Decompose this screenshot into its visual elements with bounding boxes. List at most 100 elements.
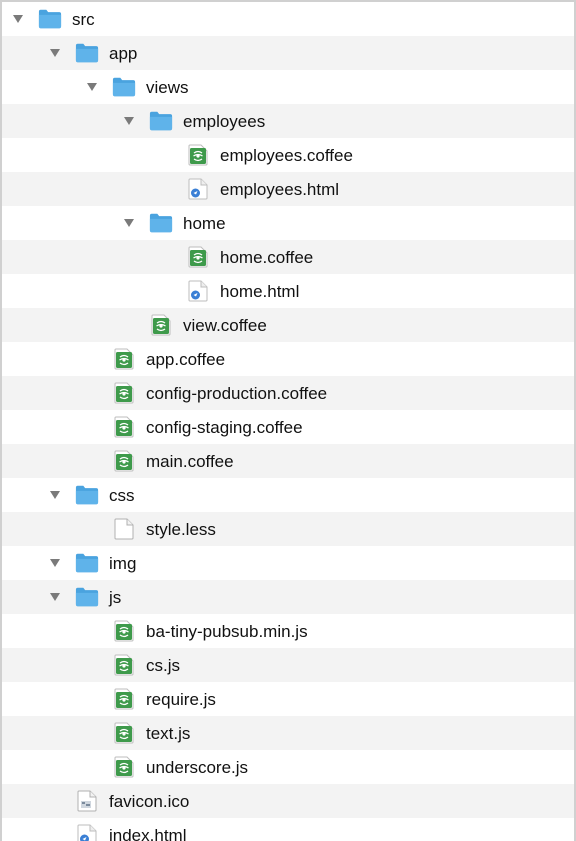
folder-name: views bbox=[146, 77, 189, 97]
tree-folder-row[interactable]: img bbox=[2, 546, 574, 580]
folder-icon bbox=[75, 42, 99, 64]
ico-file-icon bbox=[75, 790, 99, 812]
folder-name: js bbox=[109, 587, 122, 607]
file-name: view.coffee bbox=[183, 315, 267, 335]
tree-file-row[interactable]: style.less bbox=[2, 512, 574, 546]
tree-row-content: ba-tiny-pubsub.min.js bbox=[2, 620, 308, 642]
file-name: config-staging.coffee bbox=[146, 417, 303, 437]
coffee-file-icon bbox=[112, 450, 136, 472]
blank-file-icon bbox=[112, 518, 136, 540]
file-name: employees.html bbox=[220, 179, 340, 199]
file-name: ba-tiny-pubsub.min.js bbox=[146, 621, 308, 641]
tree-file-row[interactable]: cs.js bbox=[2, 648, 574, 682]
tree-file-row[interactable]: app.coffee bbox=[2, 342, 574, 376]
file-name: text.js bbox=[146, 723, 191, 743]
tree-file-row[interactable]: text.js bbox=[2, 716, 574, 750]
tree-file-row[interactable]: config-staging.coffee bbox=[2, 410, 574, 444]
disclosure-triangle-icon[interactable] bbox=[86, 81, 98, 93]
tree-folder-row[interactable]: views bbox=[2, 70, 574, 104]
file-name: underscore.js bbox=[146, 757, 249, 777]
disclosure-triangle-icon[interactable] bbox=[12, 13, 24, 25]
disclosure-triangle-icon[interactable] bbox=[123, 115, 135, 127]
tree-row-content: app bbox=[2, 42, 137, 64]
file-name: app.coffee bbox=[146, 349, 226, 369]
disclosure-triangle-icon[interactable] bbox=[49, 557, 61, 569]
tree-row-content: js bbox=[2, 586, 121, 608]
coffee-file-icon bbox=[112, 620, 136, 642]
tree-folder-row[interactable]: src bbox=[2, 2, 574, 36]
tree-row-content: src bbox=[2, 8, 95, 30]
html-file-icon bbox=[186, 178, 210, 200]
tree-row-content: home bbox=[2, 212, 226, 234]
disclosure-triangle-icon[interactable] bbox=[49, 489, 61, 501]
tree-row-content: style.less bbox=[2, 518, 216, 540]
tree-file-row[interactable]: home.html bbox=[2, 274, 574, 308]
tree-file-row[interactable]: favicon.ico bbox=[2, 784, 574, 818]
folder-name: src bbox=[72, 9, 95, 29]
tree-folder-row[interactable]: home bbox=[2, 206, 574, 240]
coffee-file-icon bbox=[112, 382, 136, 404]
tree-row-content: img bbox=[2, 552, 136, 574]
file-name: index.html bbox=[109, 825, 187, 841]
folder-icon bbox=[75, 484, 99, 506]
coffee-file-icon bbox=[149, 314, 173, 336]
html-file-icon bbox=[75, 824, 99, 841]
tree-row-content: app.coffee bbox=[2, 348, 225, 370]
tree-file-row[interactable]: employees.html bbox=[2, 172, 574, 206]
tree-row-content: main.coffee bbox=[2, 450, 234, 472]
file-name: main.coffee bbox=[146, 451, 234, 471]
folder-icon bbox=[149, 212, 173, 234]
tree-folder-row[interactable]: js bbox=[2, 580, 574, 614]
file-name: config-production.coffee bbox=[146, 383, 328, 403]
disclosure-triangle-icon[interactable] bbox=[49, 47, 61, 59]
tree-row-content: home.coffee bbox=[2, 246, 313, 268]
folder-name: employees bbox=[183, 111, 266, 131]
tree-file-row[interactable]: config-production.coffee bbox=[2, 376, 574, 410]
tree-row-content: underscore.js bbox=[2, 756, 248, 778]
folder-name: img bbox=[109, 553, 137, 573]
coffee-file-icon bbox=[112, 416, 136, 438]
file-name: home.html bbox=[220, 281, 300, 301]
file-name: style.less bbox=[146, 519, 216, 539]
tree-file-row[interactable]: index.html bbox=[2, 818, 574, 841]
folder-icon bbox=[112, 76, 136, 98]
folder-icon bbox=[149, 110, 173, 132]
folder-name: css bbox=[109, 485, 135, 505]
tree-file-row[interactable]: home.coffee bbox=[2, 240, 574, 274]
tree-file-row[interactable]: employees.coffee bbox=[2, 138, 574, 172]
coffee-file-icon bbox=[112, 756, 136, 778]
tree-file-row[interactable]: main.coffee bbox=[2, 444, 574, 478]
tree-file-row[interactable]: require.js bbox=[2, 682, 574, 716]
tree-file-row[interactable]: ba-tiny-pubsub.min.js bbox=[2, 614, 574, 648]
tree-row-content: home.html bbox=[2, 280, 299, 302]
folder-name: home bbox=[183, 213, 226, 233]
html-file-icon bbox=[186, 280, 210, 302]
coffee-file-icon bbox=[112, 654, 136, 676]
file-name: require.js bbox=[146, 689, 216, 709]
file-tree: src app views employees employees.coffee empl… bbox=[0, 0, 576, 841]
tree-row-content: employees.coffee bbox=[2, 144, 353, 166]
coffee-file-icon bbox=[112, 722, 136, 744]
folder-name: app bbox=[109, 43, 138, 63]
tree-row-content: require.js bbox=[2, 688, 216, 710]
tree-row-content: views bbox=[2, 76, 189, 98]
folder-icon bbox=[75, 552, 99, 574]
coffee-file-icon bbox=[112, 688, 136, 710]
tree-row-content: index.html bbox=[2, 824, 186, 841]
tree-row-content: css bbox=[2, 484, 135, 506]
tree-row-content: employees.html bbox=[2, 178, 339, 200]
tree-row-content: employees bbox=[2, 110, 265, 132]
tree-file-row[interactable]: underscore.js bbox=[2, 750, 574, 784]
file-name: favicon.ico bbox=[109, 791, 190, 811]
tree-folder-row[interactable]: app bbox=[2, 36, 574, 70]
tree-folder-row[interactable]: css bbox=[2, 478, 574, 512]
folder-icon bbox=[38, 8, 62, 30]
tree-file-row[interactable]: view.coffee bbox=[2, 308, 574, 342]
tree-row-content: favicon.ico bbox=[2, 790, 189, 812]
tree-row-content: cs.js bbox=[2, 654, 180, 676]
tree-folder-row[interactable]: employees bbox=[2, 104, 574, 138]
tree-row-content: config-production.coffee bbox=[2, 382, 327, 404]
tree-row-content: text.js bbox=[2, 722, 190, 744]
disclosure-triangle-icon[interactable] bbox=[123, 217, 135, 229]
disclosure-triangle-icon[interactable] bbox=[49, 591, 61, 603]
